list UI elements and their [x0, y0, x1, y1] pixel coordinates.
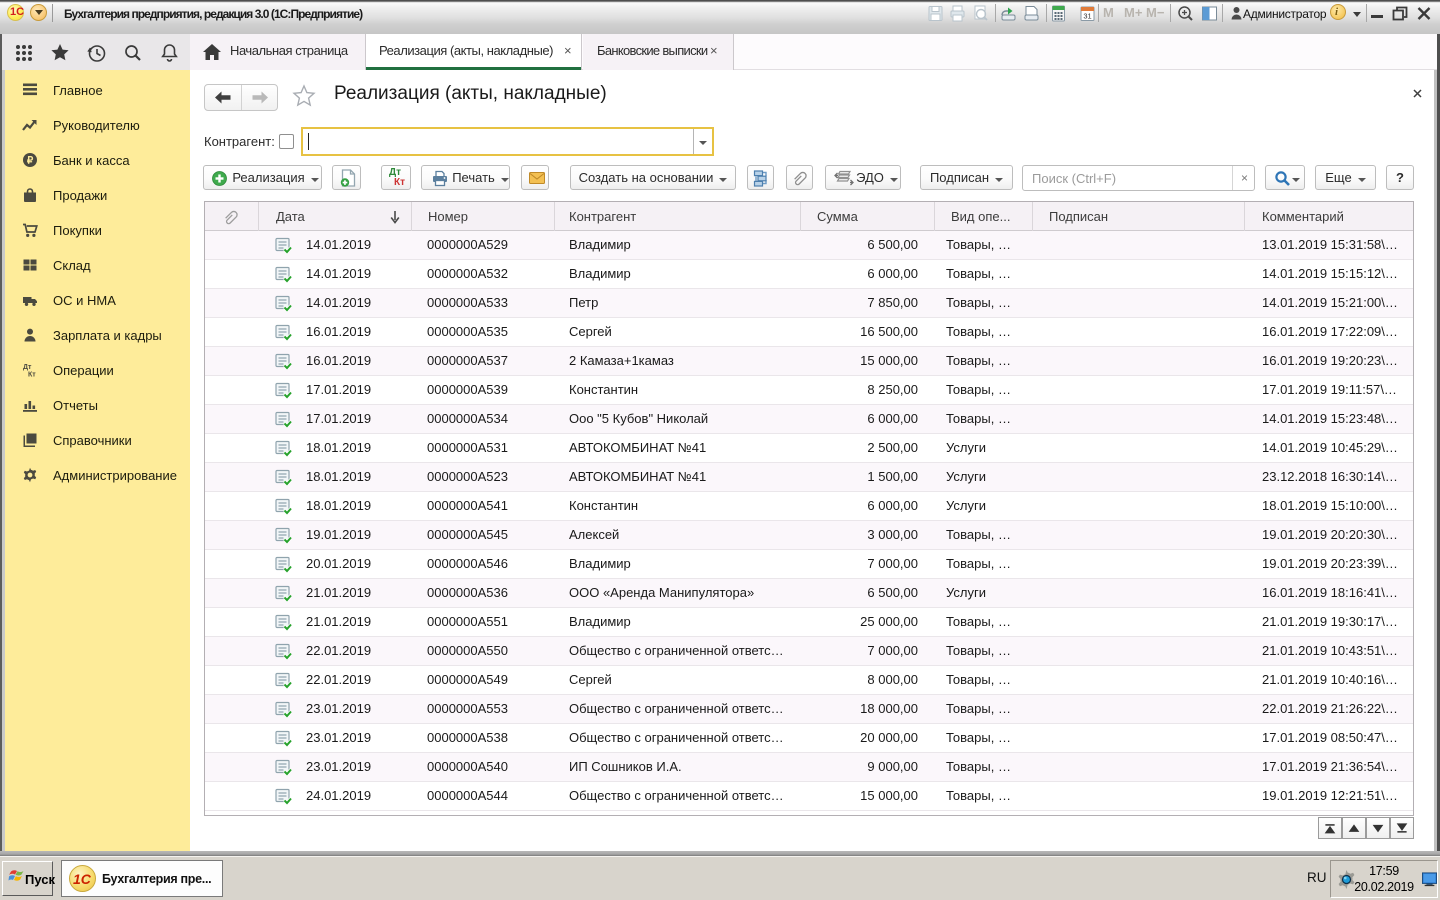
svg-text:Кт: Кт [28, 372, 36, 379]
svg-text:Дт: Дт [23, 364, 32, 371]
svg-text:₽: ₽ [27, 156, 34, 167]
svg-text:31: 31 [1083, 12, 1091, 21]
